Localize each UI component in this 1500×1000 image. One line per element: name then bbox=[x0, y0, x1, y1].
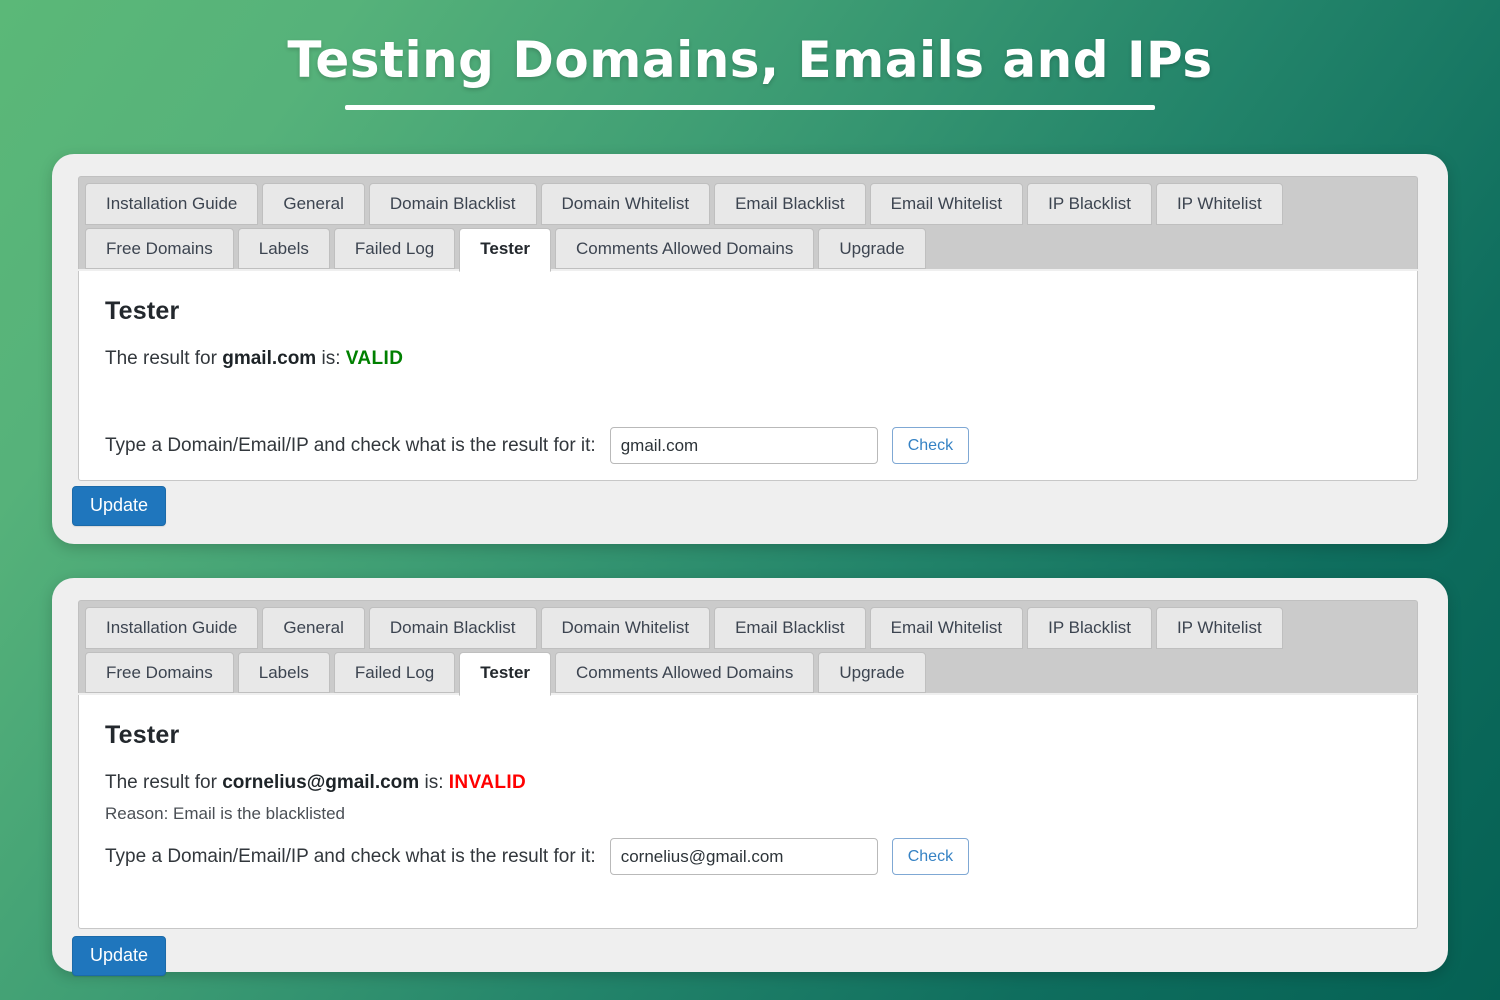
page-header: Testing Domains, Emails and IPs bbox=[0, 34, 1500, 110]
tab-ip-whitelist[interactable]: IP Whitelist bbox=[1155, 183, 1283, 225]
tab-row-primary: Installation Guide General Domain Blackl… bbox=[85, 183, 1411, 225]
tab-failed-log[interactable]: Failed Log bbox=[333, 227, 456, 270]
tester-panel: Tester The result for cornelius@gmail.co… bbox=[78, 695, 1418, 929]
tester-input[interactable] bbox=[609, 427, 878, 464]
tab-failed-log[interactable]: Failed Log bbox=[333, 651, 456, 694]
tab-tester[interactable]: Tester bbox=[459, 651, 552, 697]
check-button[interactable]: Check bbox=[891, 427, 970, 464]
result-target: gmail.com bbox=[222, 348, 317, 369]
tab-domain-blacklist[interactable]: Domain Blacklist bbox=[368, 607, 537, 649]
tab-general[interactable]: General bbox=[262, 607, 365, 649]
tab-comments-allowed-domains[interactable]: Comments Allowed Domains bbox=[555, 227, 815, 270]
tab-email-blacklist[interactable]: Email Blacklist bbox=[714, 183, 866, 225]
result-message: The result for cornelius@gmail.com is: I… bbox=[105, 772, 1391, 794]
tab-free-domains[interactable]: Free Domains bbox=[85, 227, 234, 270]
result-prefix: The result for bbox=[105, 348, 223, 369]
result-middle: is: bbox=[419, 772, 449, 793]
tester-input[interactable] bbox=[609, 838, 878, 875]
reason-message: Reason: Email is the blacklisted bbox=[105, 804, 346, 823]
tab-domain-blacklist[interactable]: Domain Blacklist bbox=[368, 183, 537, 225]
tab-email-blacklist[interactable]: Email Blacklist bbox=[714, 607, 866, 649]
tab-row-primary: Installation Guide General Domain Blackl… bbox=[85, 607, 1411, 649]
result-target: cornelius@gmail.com bbox=[222, 772, 420, 793]
tab-strip: Installation Guide General Domain Blackl… bbox=[78, 176, 1418, 273]
tab-upgrade[interactable]: Upgrade bbox=[818, 651, 926, 694]
tester-card-valid: Installation Guide General Domain Blackl… bbox=[52, 154, 1448, 544]
check-label: Type a Domain/Email/IP and check what is… bbox=[105, 845, 596, 867]
tester-card-invalid: Installation Guide General Domain Blackl… bbox=[52, 578, 1448, 976]
check-row: Type a Domain/Email/IP and check what is… bbox=[105, 427, 1391, 464]
tab-ip-whitelist[interactable]: IP Whitelist bbox=[1155, 607, 1283, 649]
tab-row-secondary: Free Domains Labels Failed Log Tester Co… bbox=[85, 227, 1411, 273]
tab-general[interactable]: General bbox=[262, 183, 365, 225]
title-underline bbox=[345, 104, 1155, 110]
tab-ip-blacklist[interactable]: IP Blacklist bbox=[1027, 607, 1152, 649]
tab-labels[interactable]: Labels bbox=[237, 227, 330, 270]
tab-comments-allowed-domains[interactable]: Comments Allowed Domains bbox=[555, 651, 815, 694]
update-button[interactable]: Update bbox=[72, 936, 167, 976]
result-middle: is: bbox=[316, 348, 346, 369]
tab-strip: Installation Guide General Domain Blackl… bbox=[78, 600, 1418, 697]
tab-domain-whitelist[interactable]: Domain Whitelist bbox=[540, 607, 711, 649]
tab-domain-whitelist[interactable]: Domain Whitelist bbox=[540, 183, 711, 225]
result-message: The result for gmail.com is: VALID bbox=[105, 348, 1391, 370]
tab-email-whitelist[interactable]: Email Whitelist bbox=[869, 607, 1024, 649]
tab-labels[interactable]: Labels bbox=[237, 651, 330, 694]
tab-upgrade[interactable]: Upgrade bbox=[818, 227, 926, 270]
tab-installation-guide[interactable]: Installation Guide bbox=[85, 183, 259, 225]
section-title: Tester bbox=[105, 297, 180, 325]
section-title: Tester bbox=[105, 721, 180, 749]
update-button[interactable]: Update bbox=[72, 486, 167, 526]
check-button[interactable]: Check bbox=[891, 838, 970, 875]
tab-email-whitelist[interactable]: Email Whitelist bbox=[869, 183, 1024, 225]
tab-free-domains[interactable]: Free Domains bbox=[85, 651, 234, 694]
check-row: Type a Domain/Email/IP and check what is… bbox=[105, 838, 1391, 875]
tab-installation-guide[interactable]: Installation Guide bbox=[85, 607, 259, 649]
page-title: Testing Domains, Emails and IPs bbox=[287, 31, 1213, 89]
tester-panel: Tester The result for gmail.com is: VALI… bbox=[78, 271, 1418, 481]
tab-tester[interactable]: Tester bbox=[459, 227, 552, 273]
result-prefix: The result for bbox=[105, 772, 223, 793]
check-label: Type a Domain/Email/IP and check what is… bbox=[105, 434, 596, 456]
status-badge: VALID bbox=[345, 348, 404, 369]
status-badge: INVALID bbox=[448, 772, 527, 793]
tab-row-secondary: Free Domains Labels Failed Log Tester Co… bbox=[85, 651, 1411, 697]
tab-ip-blacklist[interactable]: IP Blacklist bbox=[1027, 183, 1152, 225]
